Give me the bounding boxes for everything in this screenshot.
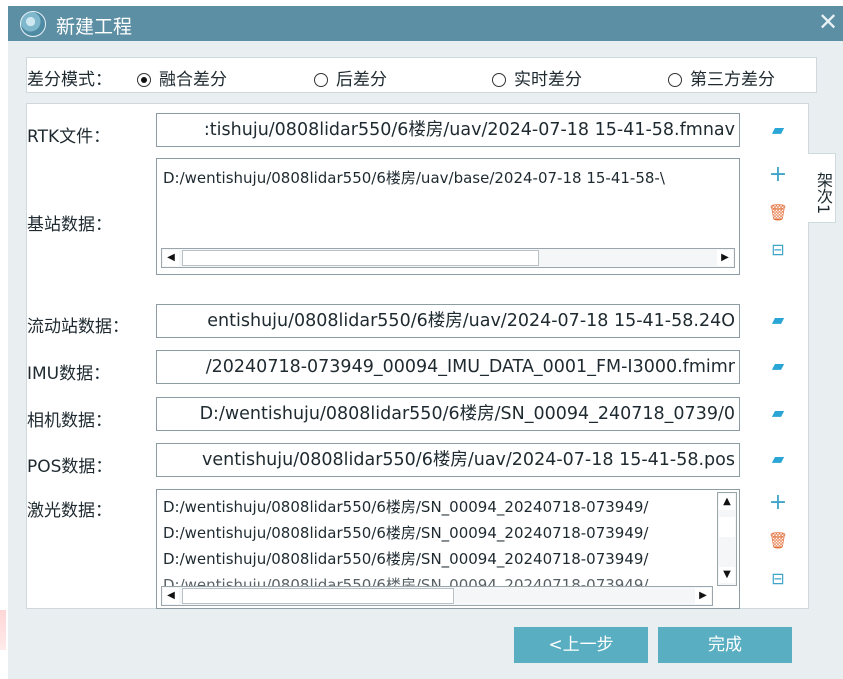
radio-unchecked-icon	[668, 73, 682, 87]
laser-data-list[interactable]: D:/wentishuju/0808lidar550/6楼房/SN_00094_…	[156, 489, 740, 609]
scroll-right-icon[interactable]: ▶	[695, 588, 711, 604]
rtk-file-value: :tishuju/0808lidar550/6楼房/uav/2024-07-18…	[203, 120, 735, 140]
scroll-thumb[interactable]	[182, 588, 454, 604]
radio-post-diff[interactable]: 后差分	[314, 65, 387, 90]
camera-file-value: D:/wentishuju/0808lidar550/6楼房/SN_00094_…	[199, 404, 735, 424]
base-clear-icon[interactable]: ⊟	[767, 239, 789, 261]
radio-label: 实时差分	[514, 70, 582, 90]
radio-label: 融合差分	[159, 70, 227, 90]
title-bar: 新建工程 ✕	[8, 6, 843, 41]
radio-realtime-diff[interactable]: 实时差分	[492, 65, 582, 90]
list-item[interactable]: D:/wentishuju/0808lidar550/6楼房/uav/base/…	[163, 167, 665, 188]
laser-vscrollbar[interactable]: ▲ ▼	[717, 492, 737, 586]
rtk-folder-icon[interactable]: ▰	[767, 119, 789, 141]
pos-folder-icon[interactable]: ▰	[767, 448, 789, 470]
scroll-thumb[interactable]	[182, 250, 539, 266]
camera-label: 相机数据：	[27, 411, 112, 431]
rover-folder-icon[interactable]: ▰	[767, 309, 789, 331]
laser-label: 激光数据：	[27, 501, 112, 521]
data-panel: RTK文件： :tishuju/0808lidar550/6楼房/uav/202…	[26, 103, 809, 609]
pos-file-field[interactable]: ventishuju/0808lidar550/6楼房/uav/2024-07-…	[156, 443, 740, 477]
radio-unchecked-icon	[314, 73, 328, 87]
dialog-content: 差分模式： 融合差分 后差分 实时差分 第三方差分 RTK文件： :tishuj…	[8, 41, 843, 679]
base-data-list[interactable]: D:/wentishuju/0808lidar550/6楼房/uav/base/…	[156, 158, 740, 275]
scroll-left-icon[interactable]: ◀	[163, 588, 179, 604]
scroll-thumb[interactable]	[719, 517, 735, 537]
base-add-icon[interactable]: +	[767, 164, 789, 186]
radio-fusion-diff[interactable]: 融合差分	[137, 65, 227, 90]
list-item[interactable]: D:/wentishuju/0808lidar550/6楼房/SN_00094_…	[163, 548, 648, 569]
pos-file-value: ventishuju/0808lidar550/6楼房/uav/2024-07-…	[202, 450, 735, 470]
diff-mode-label: 差分模式：	[27, 70, 112, 90]
camera-folder-icon[interactable]: ▰	[767, 402, 789, 424]
list-item[interactable]: D:/wentishuju/0808lidar550/6楼房/SN_00094_…	[163, 522, 648, 543]
finish-button[interactable]: 完成	[658, 627, 792, 663]
imu-label: IMU数据：	[27, 364, 111, 384]
rover-file-field[interactable]: entishuju/0808lidar550/6楼房/uav/2024-07-1…	[156, 304, 740, 338]
laser-trash-icon[interactable]: 🗑	[767, 530, 789, 552]
base-label: 基站数据：	[27, 215, 112, 235]
radio-label: 第三方差分	[690, 70, 775, 90]
imu-file-field[interactable]: /20240718-073949_00094_IMU_DATA_0001_FM-…	[156, 350, 740, 384]
scroll-up-icon[interactable]: ▲	[719, 494, 735, 510]
prev-step-button[interactable]: <上一步	[514, 627, 648, 663]
close-icon[interactable]: ✕	[818, 9, 838, 35]
tab-sortie-1[interactable]: 架次1	[808, 153, 836, 223]
laser-clear-icon[interactable]: ⊟	[767, 568, 789, 590]
scroll-down-icon[interactable]: ▼	[719, 567, 735, 583]
list-item[interactable]: D:/wentishuju/0808lidar550/6楼房/SN_00094_…	[163, 496, 648, 517]
rover-label: 流动站数据：	[27, 317, 129, 337]
window-title: 新建工程	[56, 16, 133, 38]
rtk-file-field[interactable]: :tishuju/0808lidar550/6楼房/uav/2024-07-18…	[156, 113, 740, 147]
radio-third-party-diff[interactable]: 第三方差分	[668, 65, 775, 90]
rover-file-value: entishuju/0808lidar550/6楼房/uav/2024-07-1…	[207, 311, 735, 331]
app-logo-icon	[20, 11, 46, 37]
scroll-left-icon[interactable]: ◀	[163, 250, 179, 266]
imu-file-value: /20240718-073949_00094_IMU_DATA_0001_FM-…	[205, 357, 735, 377]
diff-mode-group: 差分模式： 融合差分 后差分 实时差分 第三方差分	[26, 57, 817, 93]
base-trash-icon[interactable]: 🗑	[767, 202, 789, 224]
watermark-fragment	[0, 610, 6, 650]
laser-add-icon[interactable]: +	[767, 492, 789, 514]
radio-checked-icon	[137, 73, 151, 87]
laser-hscrollbar[interactable]: ◀ ▶	[161, 586, 713, 606]
rtk-label: RTK文件：	[27, 127, 111, 147]
imu-folder-icon[interactable]: ▰	[767, 355, 789, 377]
pos-label: POS数据：	[27, 457, 113, 477]
radio-label: 后差分	[336, 70, 387, 90]
camera-file-field[interactable]: D:/wentishuju/0808lidar550/6楼房/SN_00094_…	[156, 397, 740, 431]
radio-unchecked-icon	[492, 73, 506, 87]
scroll-right-icon[interactable]: ▶	[717, 250, 733, 266]
base-hscrollbar[interactable]: ◀ ▶	[161, 248, 735, 268]
